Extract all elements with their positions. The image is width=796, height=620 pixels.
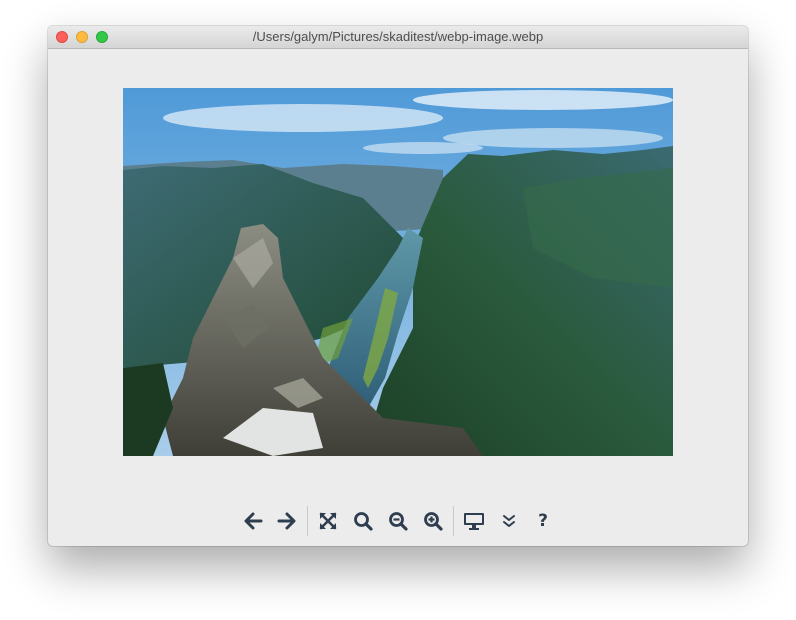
toolbar-separator bbox=[307, 506, 308, 536]
slideshow-button[interactable] bbox=[459, 506, 489, 536]
previous-image-button[interactable] bbox=[238, 506, 268, 536]
help-button[interactable]: ? bbox=[528, 506, 558, 536]
zoom-out-icon bbox=[388, 511, 408, 531]
actual-size-button[interactable] bbox=[348, 506, 378, 536]
landscape-photo bbox=[123, 88, 673, 456]
zoom-actual-icon bbox=[353, 511, 373, 531]
arrow-left-icon bbox=[243, 511, 263, 531]
slideshow-monitor-icon bbox=[463, 511, 485, 531]
title-bar[interactable]: /Users/galym/Pictures/skaditest/webp-ima… bbox=[48, 26, 748, 49]
help-icon: ? bbox=[538, 511, 548, 531]
displayed-image[interactable] bbox=[123, 88, 673, 456]
zoom-in-button[interactable] bbox=[418, 506, 448, 536]
toolbar-separator bbox=[453, 506, 454, 536]
fit-to-window-icon bbox=[318, 511, 338, 531]
viewer-toolbar: ? bbox=[238, 504, 558, 538]
zoom-out-button[interactable] bbox=[383, 506, 413, 536]
next-image-button[interactable] bbox=[272, 506, 302, 536]
window-title: /Users/galym/Pictures/skaditest/webp-ima… bbox=[252, 29, 544, 44]
arrow-right-icon bbox=[277, 511, 297, 531]
viewer-window: /Users/galym/Pictures/skaditest/webp-ima… bbox=[48, 26, 748, 546]
more-options-button[interactable] bbox=[494, 506, 524, 536]
chevron-double-down-icon bbox=[501, 513, 517, 529]
zoom-in-icon bbox=[423, 511, 443, 531]
fit-to-window-button[interactable] bbox=[313, 506, 343, 536]
